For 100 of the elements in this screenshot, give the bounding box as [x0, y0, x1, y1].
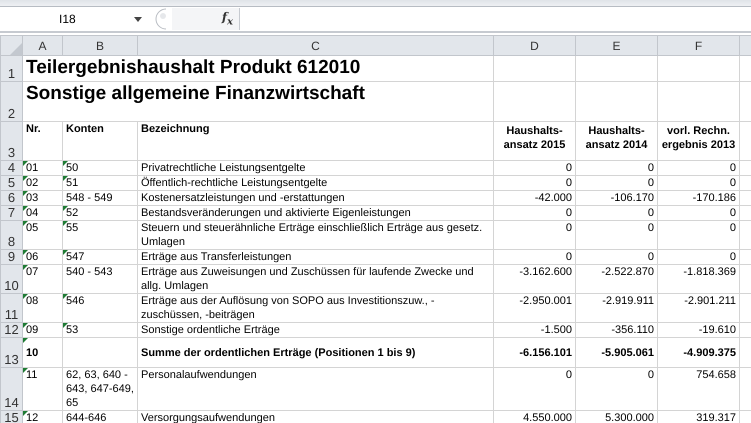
table-cell: Sonstige ordentliche Erträge — [141, 324, 280, 336]
row-header[interactable]: 3 — [0, 122, 22, 160]
name-box[interactable]: I18 — [0, 8, 150, 30]
table-cell: Nr. — [26, 123, 41, 135]
table-cell: -2.919.911 — [602, 295, 654, 307]
row-header[interactable]: 14 — [0, 368, 22, 410]
table-cell: 50 — [66, 162, 78, 174]
table-cell: -2.950.001 — [519, 295, 572, 307]
table-cell: Steuern und steuerähnliche Erträge einschließlich Erträge aus gesetz. Umlagen — [141, 222, 482, 248]
column-header[interactable]: C — [138, 36, 494, 56]
caret-icon[interactable] — [134, 16, 142, 22]
table-cell: 0 — [648, 222, 654, 234]
select-all-corner[interactable] — [0, 36, 22, 56]
insert-function-button[interactable]: f$_{x}$ — [172, 8, 240, 30]
column-header[interactable]: A — [22, 36, 62, 56]
table-cell: 01 — [26, 162, 38, 174]
row-header[interactable]: 6 — [0, 190, 22, 206]
table-cell: Haushalts- ansatz 2015 — [504, 125, 566, 151]
table-cell: 53 — [66, 324, 78, 336]
row-header[interactable]: 13 — [0, 338, 22, 368]
table-cell: 546 — [66, 295, 84, 307]
table-cell: -42.000 — [534, 192, 572, 204]
table-cell: 4.550.000 — [523, 412, 572, 423]
table-cell: Erträge aus Zuweisungen und Zuschüssen für laufende Zwecke und allg. Umlagen — [141, 266, 474, 292]
table-cell: 0 — [730, 222, 736, 234]
table-cell: 06 — [26, 251, 38, 263]
table-cell: 0 — [566, 162, 572, 174]
table-cell: 0 — [730, 207, 736, 219]
table-cell: -2.901.211 — [684, 295, 736, 307]
table-cell: -3.162.600 — [519, 266, 572, 278]
table-cell: -1.818.369 — [683, 266, 736, 278]
table-cell: Summe der ordentlichen Erträge (Positionen 1 bis 9) — [141, 346, 416, 358]
table-cell: Kostenersatzleistungen und -erstattungen — [141, 192, 345, 204]
table-cell: Erträge aus Transferleistungen — [141, 251, 292, 263]
table-cell: 02 — [26, 177, 38, 189]
sheet-title: Sonstige allgemeine Finanzwirtschaft — [22, 82, 494, 122]
row-header[interactable]: 8 — [0, 220, 22, 250]
table-cell: 62, 63, 640 - 643, 647-649, 65 — [66, 369, 134, 409]
table-cell: -6.156.101 — [519, 346, 572, 358]
table-cell: -5.905.061 — [601, 346, 654, 358]
row-header[interactable]: 15 — [0, 410, 22, 423]
row-header[interactable]: 10 — [0, 264, 22, 294]
table-cell: 0 — [566, 251, 572, 263]
table-cell: 04 — [26, 207, 38, 219]
column-header[interactable]: B — [62, 36, 138, 56]
table-cell: 11 — [26, 369, 38, 381]
table-cell: 0 — [648, 251, 654, 263]
table-cell: 05 — [26, 222, 38, 234]
table-cell: 51 — [66, 177, 78, 189]
table-cell: -19.610 — [698, 324, 736, 336]
table-cell: 03 — [26, 192, 38, 204]
table-cell: 644-646 — [66, 412, 106, 423]
table-cell: 55 — [66, 222, 78, 234]
table-cell: Erträge aus der Auflösung von SOPO aus Investitionszuw., -zuschüssen, -beiträgen — [141, 295, 434, 321]
table-cell: 07 — [26, 266, 38, 278]
table-cell: Öffentlich-rechtliche Leistungsentgelte — [141, 177, 328, 189]
table-cell: 0 — [648, 177, 654, 189]
row-header[interactable]: 7 — [0, 206, 22, 220]
table-cell: -170.186 — [692, 192, 736, 204]
table-cell: 0 — [566, 369, 572, 381]
table-cell: 0 — [730, 162, 736, 174]
table-cell: Bestandsveränderungen und aktivierte Eigenleistungen — [141, 207, 411, 219]
row-header[interactable]: 11 — [0, 294, 22, 322]
table-cell: -356.110 — [611, 324, 654, 336]
table-cell: 0 — [566, 177, 572, 189]
row-header[interactable]: 4 — [0, 160, 22, 176]
row-header[interactable]: 9 — [0, 250, 22, 264]
row-header[interactable]: 12 — [0, 322, 22, 338]
table-cell: 0 — [730, 177, 736, 189]
table-cell: 5.300.000 — [605, 412, 654, 423]
table-cell: 548 - 549 — [66, 192, 112, 204]
table-cell: Privatrechtliche Leistungsentgelte — [141, 162, 306, 174]
table-cell: -1.500 — [540, 324, 572, 336]
table-cell: Versorgungsaufwendungen — [141, 412, 275, 423]
table-cell: 0 — [566, 222, 572, 234]
row-header[interactable]: 2 — [0, 82, 22, 122]
table-cell: 0 — [648, 207, 654, 219]
row-header[interactable]: 1 — [0, 56, 22, 82]
table-cell: Haushalts- ansatz 2014 — [586, 125, 648, 151]
table-cell: -4.909.375 — [683, 346, 736, 358]
table-cell: 0 — [648, 162, 654, 174]
table-cell: -106.170 — [610, 192, 654, 204]
table-cell: 12 — [26, 412, 38, 423]
table-cell: 540 - 543 — [66, 266, 112, 278]
row-header[interactable]: 5 — [0, 176, 22, 190]
table-cell: Konten — [66, 123, 104, 135]
column-header[interactable]: D — [494, 36, 576, 56]
triangle-icon — [10, 43, 22, 55]
column-header[interactable]: E — [576, 36, 658, 56]
table-cell: 10 — [26, 346, 38, 358]
table-cell: Bezeichnung — [141, 123, 210, 135]
table-cell: Personalaufwendungen — [141, 369, 257, 381]
table-cell: vorl. Rechn. ergebnis 2013 — [662, 125, 736, 151]
sheet-title: Teilergebnishaushalt Produkt 612010 — [22, 56, 494, 82]
table-cell: 52 — [66, 207, 78, 219]
table-cell: 547 — [66, 251, 84, 263]
table-cell: 09 — [26, 324, 38, 336]
table-cell: 08 — [26, 295, 38, 307]
table-cell: 319.317 — [696, 412, 736, 423]
column-header[interactable]: F — [658, 36, 740, 56]
